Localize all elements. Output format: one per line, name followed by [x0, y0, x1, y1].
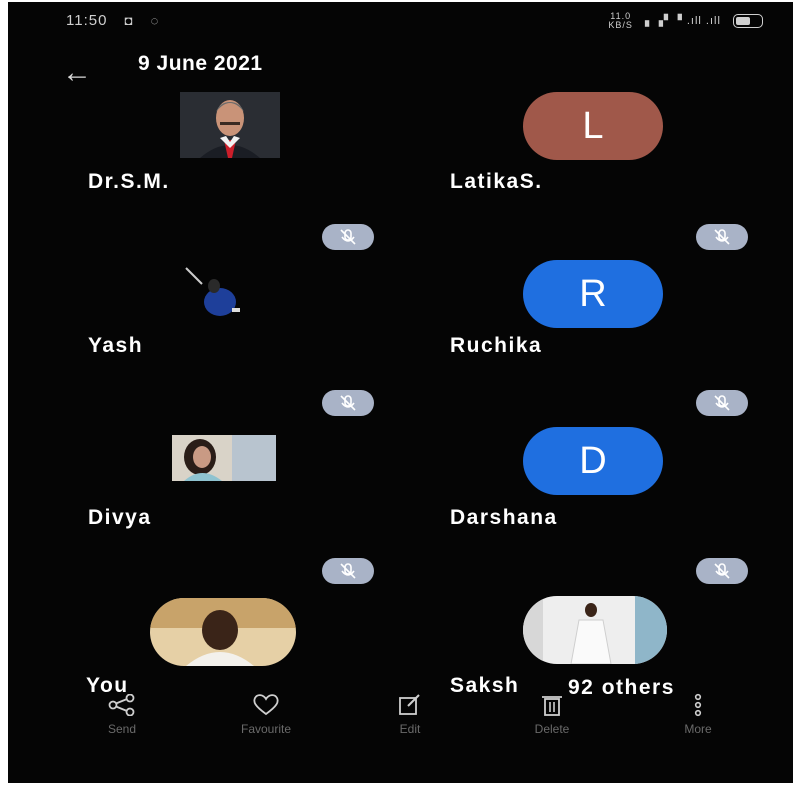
more-label: More	[684, 722, 712, 736]
more-vertical-icon	[638, 692, 758, 718]
participant-tile[interactable]: Yash	[68, 224, 398, 374]
mic-muted-icon	[696, 558, 748, 584]
status-left: 11:50 ◘ ◌	[66, 12, 159, 29]
back-arrow-icon[interactable]: ←	[62, 58, 98, 88]
camera-notification-icon: ◘	[124, 13, 134, 28]
send-label: Send	[107, 722, 137, 736]
mic-muted-icon	[696, 390, 748, 416]
status-right: 11.0 KB/S ▖▗▘▝ .ıll .ıll	[608, 12, 763, 30]
participant-name: Divya	[88, 506, 152, 529]
edit-label: Edit	[399, 722, 421, 736]
letter-avatar: L	[523, 92, 663, 160]
signal-icon: ▖▗▘▝ .ıll .ıll	[644, 14, 721, 27]
participant-tile[interactable]: L LatikaS.	[438, 92, 768, 242]
network-speed-unit: KB/S	[608, 20, 633, 30]
participant-photo-avatar	[172, 435, 276, 481]
screenshot-screen: 11:50 ◘ ◌ 11.0 KB/S ▖▗▘▝ .ıll .ıll ← 9 J…	[8, 2, 793, 783]
participant-photo-avatar	[150, 598, 296, 666]
participant-photo-avatar	[168, 262, 268, 328]
delete-label: Delete	[534, 722, 570, 736]
letter-avatar: D	[523, 427, 663, 495]
whatsapp-notification-icon: ◌	[150, 13, 160, 28]
more-button[interactable]: More	[638, 692, 758, 736]
network-speed: 11.0 KB/S	[608, 12, 633, 30]
letter-avatar: R	[523, 260, 663, 328]
battery-icon	[733, 14, 763, 28]
favourite-button[interactable]: Favourite	[206, 692, 326, 736]
send-button[interactable]: Send	[62, 692, 182, 736]
avatar-letter: R	[579, 272, 607, 315]
delete-button[interactable]: Delete	[492, 692, 612, 736]
participant-tile[interactable]: Saksh 92 others	[438, 558, 768, 708]
participant-tile[interactable]: D Darshana	[438, 390, 768, 540]
participant-tile[interactable]: R Ruchika	[438, 224, 768, 374]
avatar-letter: L	[582, 104, 604, 147]
participant-name: Darshana	[450, 506, 558, 529]
participant-tile[interactable]: You	[68, 558, 398, 708]
share-icon	[62, 692, 182, 718]
participant-photo-avatar	[523, 596, 667, 664]
participant-name: Ruchika	[450, 334, 543, 357]
page-title-date: 9 June 2021	[138, 52, 263, 75]
heart-icon	[206, 692, 326, 718]
participant-name: Yash	[88, 334, 144, 357]
mic-muted-icon	[322, 390, 374, 416]
status-bar: 11:50 ◘ ◌ 11.0 KB/S ▖▗▘▝ .ıll .ıll	[8, 2, 793, 42]
favourite-label: Favourite	[240, 722, 292, 736]
mic-muted-icon	[696, 224, 748, 250]
participant-tile[interactable]: Dr.S.M.	[68, 92, 398, 242]
avatar-letter: D	[579, 439, 607, 482]
participant-name: LatikaS.	[450, 170, 543, 193]
status-time: 11:50	[66, 12, 108, 29]
mic-muted-icon	[322, 558, 374, 584]
edit-icon	[350, 692, 470, 718]
trash-icon	[492, 692, 612, 718]
participant-tile[interactable]: Divya	[68, 390, 398, 540]
participant-photo-avatar	[180, 92, 280, 158]
participant-name: Dr.S.M.	[88, 170, 170, 193]
edit-button[interactable]: Edit	[350, 692, 470, 736]
mic-muted-icon	[322, 224, 374, 250]
bottom-toolbar: Send Favourite Edit Delete More	[8, 692, 793, 752]
